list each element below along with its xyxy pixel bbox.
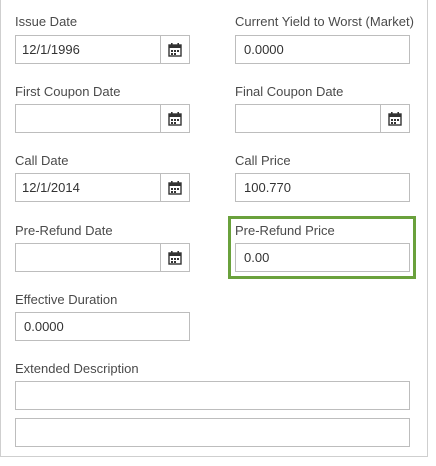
calendar-icon [168,42,182,57]
current-yield-label: Current Yield to Worst (Market) [235,14,414,29]
extended-description-field-1[interactable] [15,381,410,410]
calendar-icon [388,111,402,126]
call-date-calendar-button[interactable] [160,174,189,201]
call-price-value: 100.770 [244,180,291,195]
call-date-field[interactable]: 12/1/2014 [15,173,190,202]
pre-refund-date-field[interactable] [15,243,190,272]
effective-duration-value: 0.0000 [24,319,64,334]
issue-date-value: 12/1/1996 [22,42,80,57]
issue-date-label: Issue Date [15,14,78,29]
bond-details-panel: Issue Date 12/1/1996 Current Yield to Wo… [0,0,428,457]
effective-duration-field[interactable]: 0.0000 [15,312,190,341]
issue-date-field[interactable]: 12/1/1996 [15,35,190,64]
call-date-value: 12/1/2014 [22,180,80,195]
extended-description-field-2[interactable] [15,418,410,447]
call-price-label: Call Price [235,153,291,168]
call-date-label: Call Date [15,153,69,168]
pre-refund-price-value: 0.00 [244,250,270,265]
effective-duration-label: Effective Duration [15,292,118,307]
first-coupon-date-calendar-button[interactable] [160,105,189,132]
pre-refund-price-label: Pre-Refund Price [235,223,335,238]
call-price-field[interactable]: 100.770 [235,173,410,202]
calendar-icon [168,250,182,265]
pre-refund-date-label: Pre-Refund Date [15,223,113,238]
final-coupon-date-calendar-button[interactable] [380,105,409,132]
current-yield-value: 0.0000 [244,42,284,57]
first-coupon-date-label: First Coupon Date [15,84,121,99]
pre-refund-price-field[interactable]: 0.00 [235,243,410,272]
pre-refund-date-calendar-button[interactable] [160,244,189,271]
calendar-icon [168,111,182,126]
first-coupon-date-field[interactable] [15,104,190,133]
extended-description-label: Extended Description [15,361,139,376]
issue-date-calendar-button[interactable] [160,36,189,63]
final-coupon-date-field[interactable] [235,104,410,133]
calendar-icon [168,180,182,195]
final-coupon-date-label: Final Coupon Date [235,84,344,99]
current-yield-field[interactable]: 0.0000 [235,35,410,64]
